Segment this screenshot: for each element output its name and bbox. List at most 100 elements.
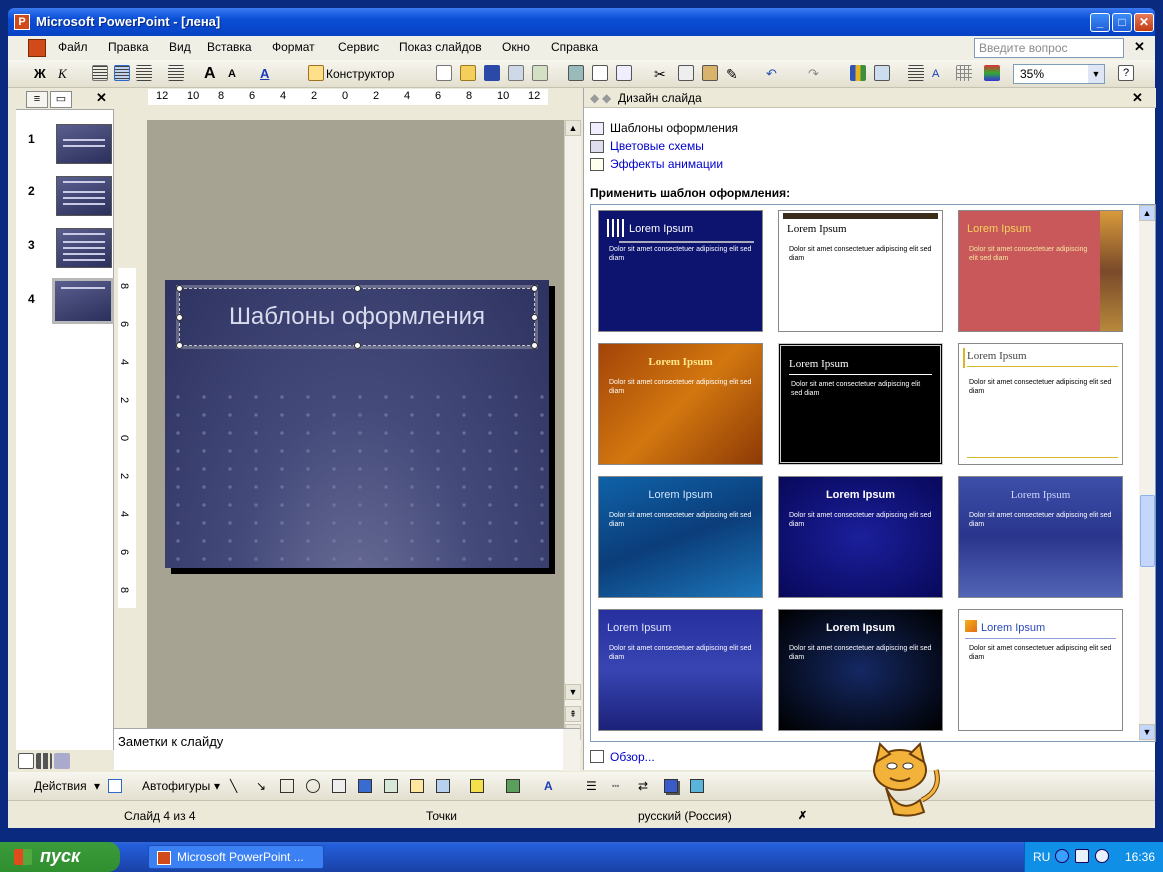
new-document-icon[interactable] bbox=[436, 65, 452, 81]
open-folder-icon[interactable] bbox=[460, 65, 476, 81]
resize-handle[interactable] bbox=[176, 285, 183, 292]
copy-icon[interactable] bbox=[678, 65, 694, 81]
print-icon[interactable] bbox=[568, 65, 584, 81]
spelling-status-icon[interactable]: ✗ bbox=[798, 809, 807, 822]
align-center-icon[interactable] bbox=[114, 65, 130, 81]
scroll-down-icon[interactable]: ▼ bbox=[565, 684, 581, 700]
minimize-button[interactable]: _ bbox=[1090, 13, 1110, 32]
resize-handle[interactable] bbox=[176, 342, 183, 349]
taskbar-item-powerpoint[interactable]: Microsoft PowerPoint ... bbox=[148, 845, 324, 869]
slide-thumbnail-3[interactable] bbox=[56, 228, 112, 268]
scroll-up-icon[interactable]: ▲ bbox=[565, 120, 581, 136]
scroll-up-icon[interactable]: ▲ bbox=[1139, 205, 1155, 221]
wordart-icon[interactable] bbox=[358, 779, 372, 793]
close-button[interactable]: ✕ bbox=[1134, 13, 1154, 32]
line-icon[interactable]: ╲ bbox=[230, 779, 237, 793]
redo-icon[interactable]: ↷ bbox=[808, 65, 819, 83]
volume-icon[interactable] bbox=[1095, 849, 1109, 863]
rectangle-icon[interactable] bbox=[280, 779, 294, 793]
title-placeholder[interactable]: Шаблоны оформления bbox=[176, 285, 538, 349]
browse-link[interactable]: Обзор... bbox=[610, 750, 655, 764]
tab-outline[interactable]: ≡ bbox=[26, 91, 48, 108]
slide-thumbnail-2[interactable] bbox=[56, 176, 112, 216]
close-icon[interactable]: ✕ bbox=[96, 90, 107, 106]
autoshapes-dropdown-icon[interactable]: ▾ bbox=[214, 779, 220, 793]
template-thumbnail[interactable]: Lorem Ipsum Dolor sit amet consectetuer … bbox=[778, 210, 943, 332]
link-animation-schemes[interactable]: Эффекты анимации bbox=[610, 157, 723, 171]
paste-icon[interactable] bbox=[702, 65, 718, 81]
align-left-icon[interactable] bbox=[92, 65, 108, 81]
notes-placeholder[interactable]: Заметки к слайду bbox=[118, 734, 223, 749]
bold-button[interactable]: Ж bbox=[34, 65, 46, 83]
previous-slide-icon[interactable]: ⇞ bbox=[565, 706, 581, 722]
insert-picture-icon[interactable] bbox=[436, 779, 450, 793]
font-color-icon[interactable]: A bbox=[260, 65, 269, 83]
notes-scrollbar[interactable] bbox=[563, 729, 580, 771]
start-button[interactable]: пуск bbox=[0, 842, 120, 872]
oval-icon[interactable] bbox=[306, 779, 320, 793]
link-color-schemes[interactable]: Цветовые схемы bbox=[610, 139, 704, 153]
designer-button[interactable]: Конструктор bbox=[326, 65, 394, 83]
back-icon[interactable]: ◆ bbox=[590, 91, 599, 105]
template-thumbnail[interactable]: Lorem Ipsum Dolor sit amet consectetuer … bbox=[958, 210, 1123, 332]
template-thumbnail[interactable]: Lorem Ipsum Dolor sit amet consectetuer … bbox=[778, 476, 943, 598]
3d-style-icon[interactable] bbox=[690, 779, 704, 793]
insert-chart-icon[interactable] bbox=[850, 65, 866, 81]
menu-format[interactable]: Формат bbox=[272, 40, 315, 54]
arrow-style-icon[interactable]: ⇄ bbox=[638, 779, 648, 793]
resize-handle[interactable] bbox=[531, 342, 538, 349]
italic-button[interactable]: К bbox=[58, 65, 67, 83]
slide-thumbnail-4[interactable] bbox=[52, 278, 114, 324]
save-icon[interactable] bbox=[484, 65, 500, 81]
close-document-icon[interactable]: ✕ bbox=[1134, 39, 1145, 55]
template-thumbnail[interactable]: Lorem Ipsum Dolor sit amet consectetuer … bbox=[598, 476, 763, 598]
template-thumbnail[interactable]: Lorem Ipsum Dolor sit amet consectetuer … bbox=[598, 609, 763, 731]
network-icon[interactable] bbox=[1075, 849, 1089, 863]
designer-icon[interactable] bbox=[308, 65, 324, 81]
resize-handle[interactable] bbox=[354, 342, 361, 349]
link-design-templates[interactable]: Шаблоны оформления bbox=[610, 121, 738, 135]
format-painter-icon[interactable]: ✎ bbox=[726, 65, 738, 83]
menu-edit[interactable]: Правка bbox=[108, 40, 149, 54]
template-thumbnail[interactable]: Lorem Ipsum Dolor sit amet consectetuer … bbox=[778, 343, 943, 465]
autoshapes-menu[interactable]: Автофигуры bbox=[142, 779, 210, 793]
template-thumbnail[interactable]: Lorem Ipsum Dolor sit amet consectetuer … bbox=[598, 343, 763, 465]
template-thumbnail[interactable]: Lorem Ipsum Dolor sit amet consectetuer … bbox=[958, 609, 1123, 731]
print-preview-icon[interactable] bbox=[592, 65, 608, 81]
resize-handle[interactable] bbox=[354, 285, 361, 292]
slide-sorter-icon[interactable] bbox=[36, 753, 52, 769]
tray-expand-icon[interactable] bbox=[1055, 849, 1069, 863]
menu-slideshow[interactable]: Показ слайдов bbox=[399, 40, 482, 54]
arrow-icon[interactable]: ↘ bbox=[256, 779, 266, 793]
line-color-icon[interactable] bbox=[506, 779, 520, 793]
slide-title[interactable]: Шаблоны оформления bbox=[180, 303, 534, 331]
scroll-thumb[interactable] bbox=[1140, 495, 1155, 567]
line-style-icon[interactable]: ☰ bbox=[586, 779, 597, 793]
email-icon[interactable] bbox=[532, 65, 548, 81]
maximize-button[interactable]: □ bbox=[1112, 13, 1132, 32]
close-icon[interactable]: ✕ bbox=[1132, 90, 1143, 106]
shadow-style-icon[interactable] bbox=[664, 779, 678, 793]
current-slide[interactable]: Шаблоны оформления bbox=[165, 280, 549, 568]
show-formatting-icon[interactable]: A bbox=[932, 65, 939, 83]
expand-all-icon[interactable] bbox=[908, 65, 924, 81]
increase-font-icon[interactable]: A bbox=[204, 65, 216, 83]
clipart-icon[interactable] bbox=[410, 779, 424, 793]
actions-dropdown-icon[interactable]: ▾ bbox=[94, 779, 100, 793]
resize-handle[interactable] bbox=[531, 285, 538, 292]
align-right-icon[interactable] bbox=[136, 65, 152, 81]
spelling-icon[interactable] bbox=[616, 65, 632, 81]
decrease-font-icon[interactable]: A bbox=[228, 65, 236, 83]
template-thumbnail[interactable]: Lorem Ipsum Dolor sit amet consectetuer … bbox=[958, 343, 1123, 465]
fill-color-icon[interactable] bbox=[470, 779, 484, 793]
menu-file[interactable]: Файл bbox=[58, 40, 88, 54]
template-thumbnail[interactable]: Lorem Ipsum Dolor sit amet consectetuer … bbox=[778, 609, 943, 731]
permission-icon[interactable] bbox=[508, 65, 524, 81]
grid-icon[interactable] bbox=[956, 65, 972, 81]
normal-view-icon[interactable] bbox=[18, 753, 34, 769]
slide-scrollbar[interactable]: ▲ ▼ ⇞ ⇟ bbox=[564, 120, 581, 748]
slide-thumbnail-1[interactable] bbox=[56, 124, 112, 164]
color-grayscale-icon[interactable] bbox=[984, 65, 1000, 81]
cut-icon[interactable]: ✂ bbox=[654, 65, 666, 83]
dash-style-icon[interactable]: ┅ bbox=[612, 779, 619, 793]
